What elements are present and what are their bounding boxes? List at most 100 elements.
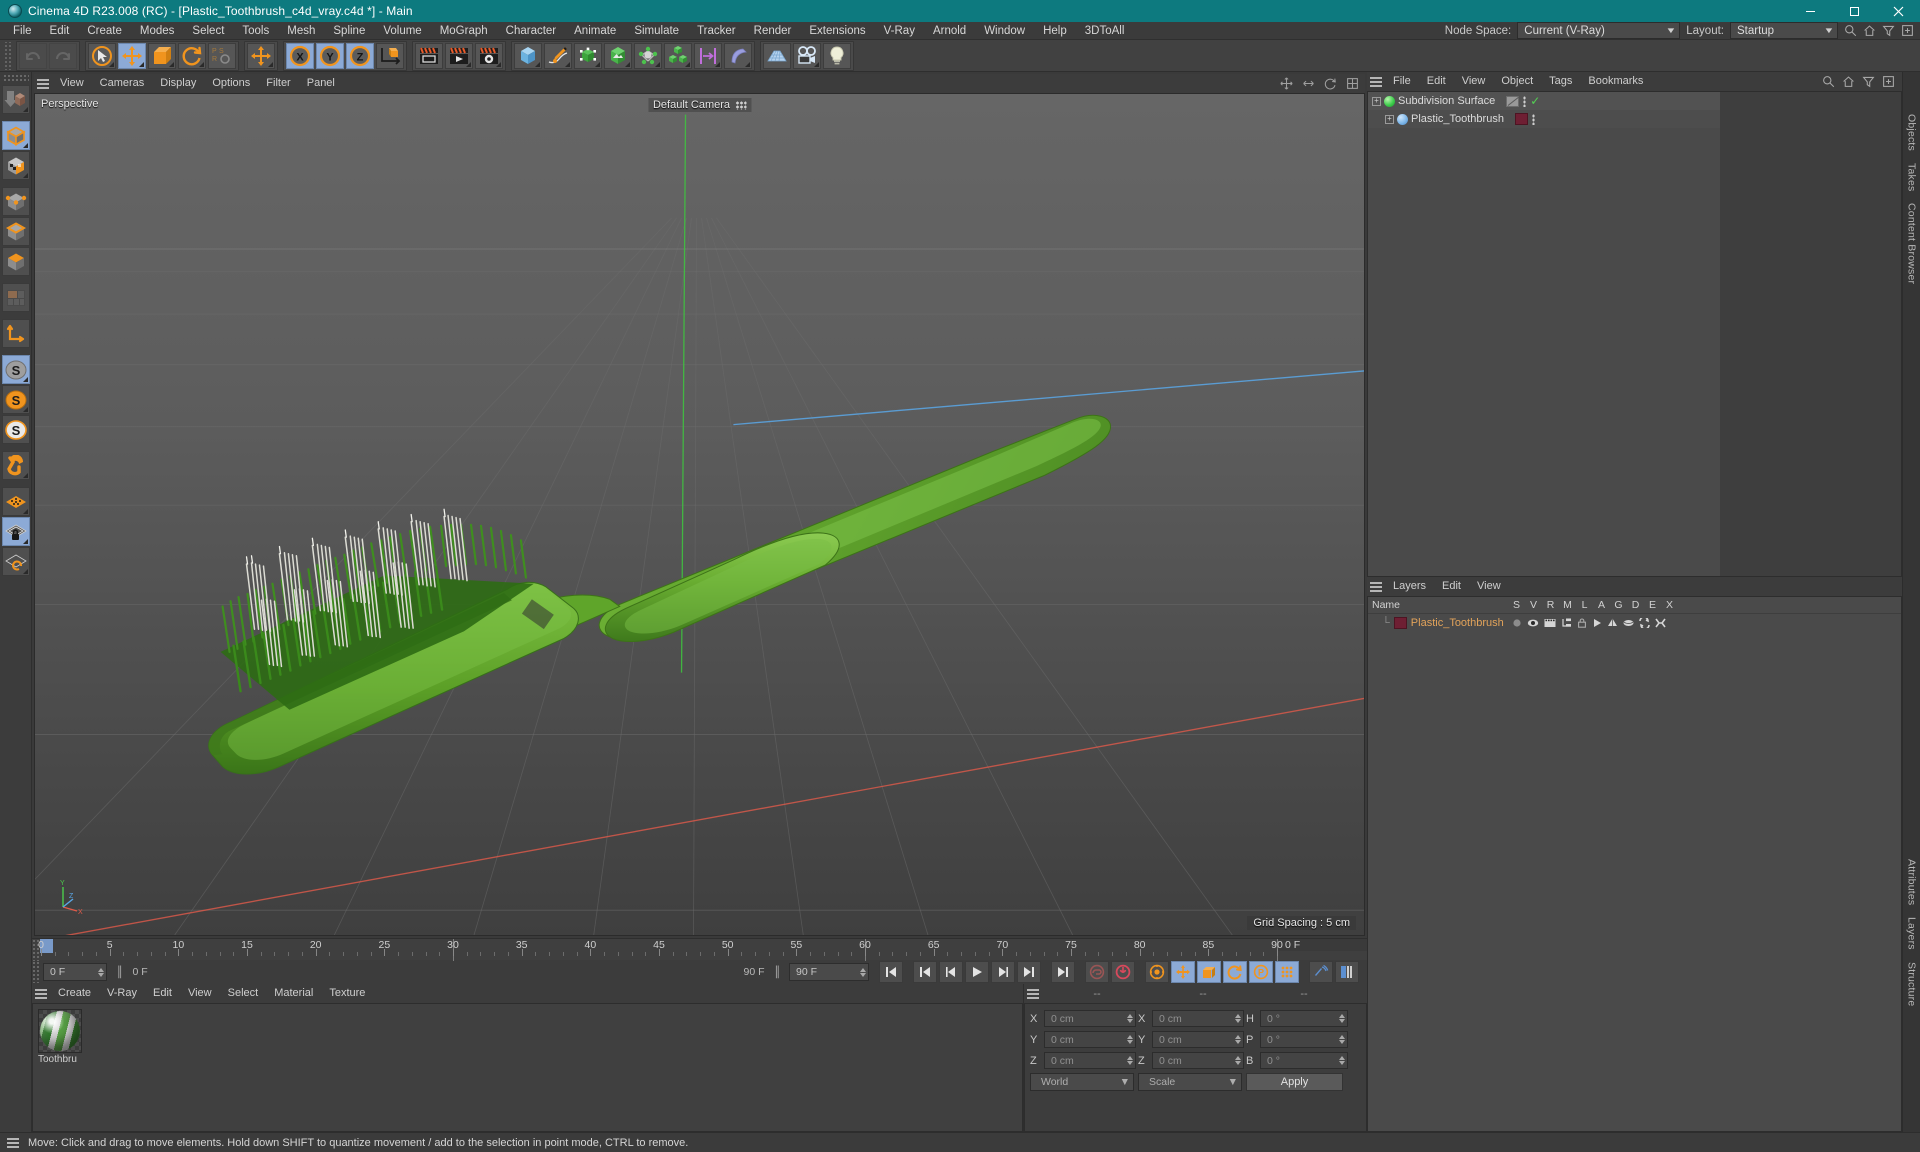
menu-vray[interactable]: V-Ray	[875, 22, 924, 40]
timeline-right-frame[interactable]: 0 F	[1277, 939, 1367, 951]
position-z-spinner[interactable]	[1127, 1056, 1133, 1065]
object-menu-object[interactable]: Object	[1493, 72, 1541, 91]
psr-tool[interactable]: PSR	[208, 42, 236, 69]
status-hamburger-icon[interactable]	[4, 1133, 22, 1152]
menu-animate[interactable]: Animate	[565, 22, 625, 40]
menu-arnold[interactable]: Arnold	[924, 22, 975, 40]
menu-3dtoall[interactable]: 3DToAll	[1076, 22, 1134, 40]
points-mode-button[interactable]	[1, 187, 30, 216]
menu-volume[interactable]: Volume	[374, 22, 430, 40]
viewport-hamburger-icon[interactable]	[34, 74, 52, 93]
go-to-end-button[interactable]	[1051, 961, 1075, 983]
visibility-dots-icon[interactable]	[1523, 95, 1527, 107]
viewport-menu-view[interactable]: View	[52, 74, 92, 93]
snap-settings-button[interactable]: S	[1, 385, 30, 414]
rotation-p-input[interactable]: 0 °	[1260, 1031, 1348, 1048]
rotation-p-spinner[interactable]	[1339, 1035, 1345, 1044]
animation-icon[interactable]	[1592, 618, 1602, 628]
edge-tab-content-browser[interactable]: Content Browser	[1905, 197, 1919, 290]
rotation-b-spinner[interactable]	[1339, 1056, 1345, 1065]
object-manager-hamburger-icon[interactable]	[1367, 72, 1385, 91]
step-back-button[interactable]	[939, 961, 963, 983]
viewport-menu-display[interactable]: Display	[152, 74, 204, 93]
solo-icon[interactable]	[1512, 618, 1522, 628]
add-null-object-button[interactable]	[574, 42, 602, 69]
timeline-track[interactable]: 0 5 10 15 20 25 30 35 40 45 50 55 60 65 70 75 80 85 90	[38, 939, 1283, 961]
object-world-coordinate-button[interactable]	[376, 42, 404, 69]
maximize-button[interactable]	[1832, 0, 1876, 22]
grid-visible-button[interactable]	[1, 487, 30, 516]
material-menu-texture[interactable]: Texture	[321, 984, 373, 1003]
coordinates-hamburger-icon[interactable]	[1024, 984, 1042, 1003]
rotation-b-input[interactable]: 0 °	[1260, 1052, 1348, 1069]
search-icon[interactable]	[1844, 24, 1857, 37]
viewport-menu-options[interactable]: Options	[204, 74, 258, 93]
polygons-mode-button[interactable]	[1, 247, 30, 276]
viewport-menu-panel[interactable]: Panel	[299, 74, 343, 93]
add-icon[interactable]	[1901, 24, 1914, 37]
size-z-spinner[interactable]	[1235, 1056, 1241, 1065]
menu-help[interactable]: Help	[1034, 22, 1076, 40]
menu-simulate[interactable]: Simulate	[625, 22, 688, 40]
generator-icon[interactable]	[1607, 618, 1618, 628]
menu-character[interactable]: Character	[497, 22, 566, 40]
layer-menu-layers[interactable]: Layers	[1385, 577, 1434, 596]
timeline-controls-grip[interactable]	[32, 961, 41, 983]
object-row-subdivision-surface[interactable]: + Subdivision Surface ✓	[1368, 92, 1721, 110]
live-selection-tool[interactable]	[88, 42, 116, 69]
scale-tool[interactable]	[148, 42, 176, 69]
menu-window[interactable]: Window	[975, 22, 1034, 40]
add-bend-deformer-button[interactable]	[724, 42, 752, 69]
record-pla-button[interactable]	[1275, 961, 1299, 983]
menu-file[interactable]: File	[4, 22, 41, 40]
rotation-h-spinner[interactable]	[1339, 1014, 1345, 1023]
menu-spline[interactable]: Spline	[324, 22, 374, 40]
grid-rotate-button[interactable]	[1, 547, 30, 576]
xref-icon[interactable]	[1655, 618, 1666, 628]
add-generator-button[interactable]	[604, 42, 632, 69]
material-thumbnail[interactable]	[38, 1009, 82, 1053]
manager-icon[interactable]	[1561, 618, 1572, 628]
render-view-button[interactable]	[415, 42, 443, 69]
menu-extensions[interactable]: Extensions	[800, 22, 874, 40]
lock-icon[interactable]	[1577, 617, 1587, 628]
layer-manager-hamburger-icon[interactable]	[1367, 577, 1385, 596]
undo-button[interactable]	[19, 42, 47, 69]
edge-tab-structure[interactable]: Structure	[1905, 956, 1919, 1012]
make-editable-button[interactable]	[1, 85, 30, 114]
layer-menu-edit[interactable]: Edit	[1434, 577, 1469, 596]
enabled-check-icon[interactable]: ✓	[1530, 95, 1540, 107]
add-floor-button[interactable]	[763, 42, 791, 69]
world-axis-toggle[interactable]	[247, 42, 275, 69]
edge-tab-attributes[interactable]: Attributes	[1905, 853, 1919, 911]
toolbar-grip[interactable]	[3, 41, 13, 70]
position-x-input[interactable]: 0 cm	[1044, 1010, 1136, 1027]
material-hamburger-icon[interactable]	[32, 984, 50, 1003]
layer-color-swatch[interactable]	[1393, 616, 1407, 629]
end-frame-field[interactable]: 90 F	[789, 963, 869, 981]
record-rotation-button[interactable]	[1223, 961, 1247, 983]
record-active-objects-button[interactable]	[1085, 961, 1109, 983]
object-tree[interactable]: + Subdivision Surface ✓ + Plastic_Toothb…	[1367, 91, 1902, 577]
edge-tab-layers[interactable]: Layers	[1905, 911, 1919, 956]
render-icon[interactable]	[1544, 618, 1556, 628]
material-menu-create[interactable]: Create	[50, 984, 99, 1003]
record-position-button[interactable]	[1171, 961, 1195, 983]
node-space-dropdown[interactable]: Current (V-Ray) ▼	[1517, 22, 1681, 39]
preview-start-value[interactable]: 0 F	[132, 966, 154, 978]
add-light-button[interactable]	[823, 42, 851, 69]
edge-tab-objects[interactable]: Objects	[1905, 108, 1919, 157]
menu-edit[interactable]: Edit	[41, 22, 79, 40]
layer-row[interactable]: └ Plastic_Toothbrush	[1368, 614, 1901, 631]
deformer-icon[interactable]	[1623, 618, 1634, 628]
autokeying-button[interactable]	[1111, 961, 1135, 983]
record-parameter-button[interactable]: P	[1249, 961, 1273, 983]
filter-icon[interactable]	[1882, 24, 1895, 37]
material-menu-view[interactable]: View	[180, 984, 220, 1003]
timeline-settings-button[interactable]	[1335, 961, 1359, 983]
lock-z-axis-button[interactable]: Z	[346, 42, 374, 69]
previous-keyframe-button[interactable]	[913, 961, 937, 983]
preview-end-value[interactable]: 90 F	[737, 966, 772, 978]
expression-icon[interactable]	[1639, 617, 1650, 628]
end-frame-spinner[interactable]	[860, 967, 866, 977]
